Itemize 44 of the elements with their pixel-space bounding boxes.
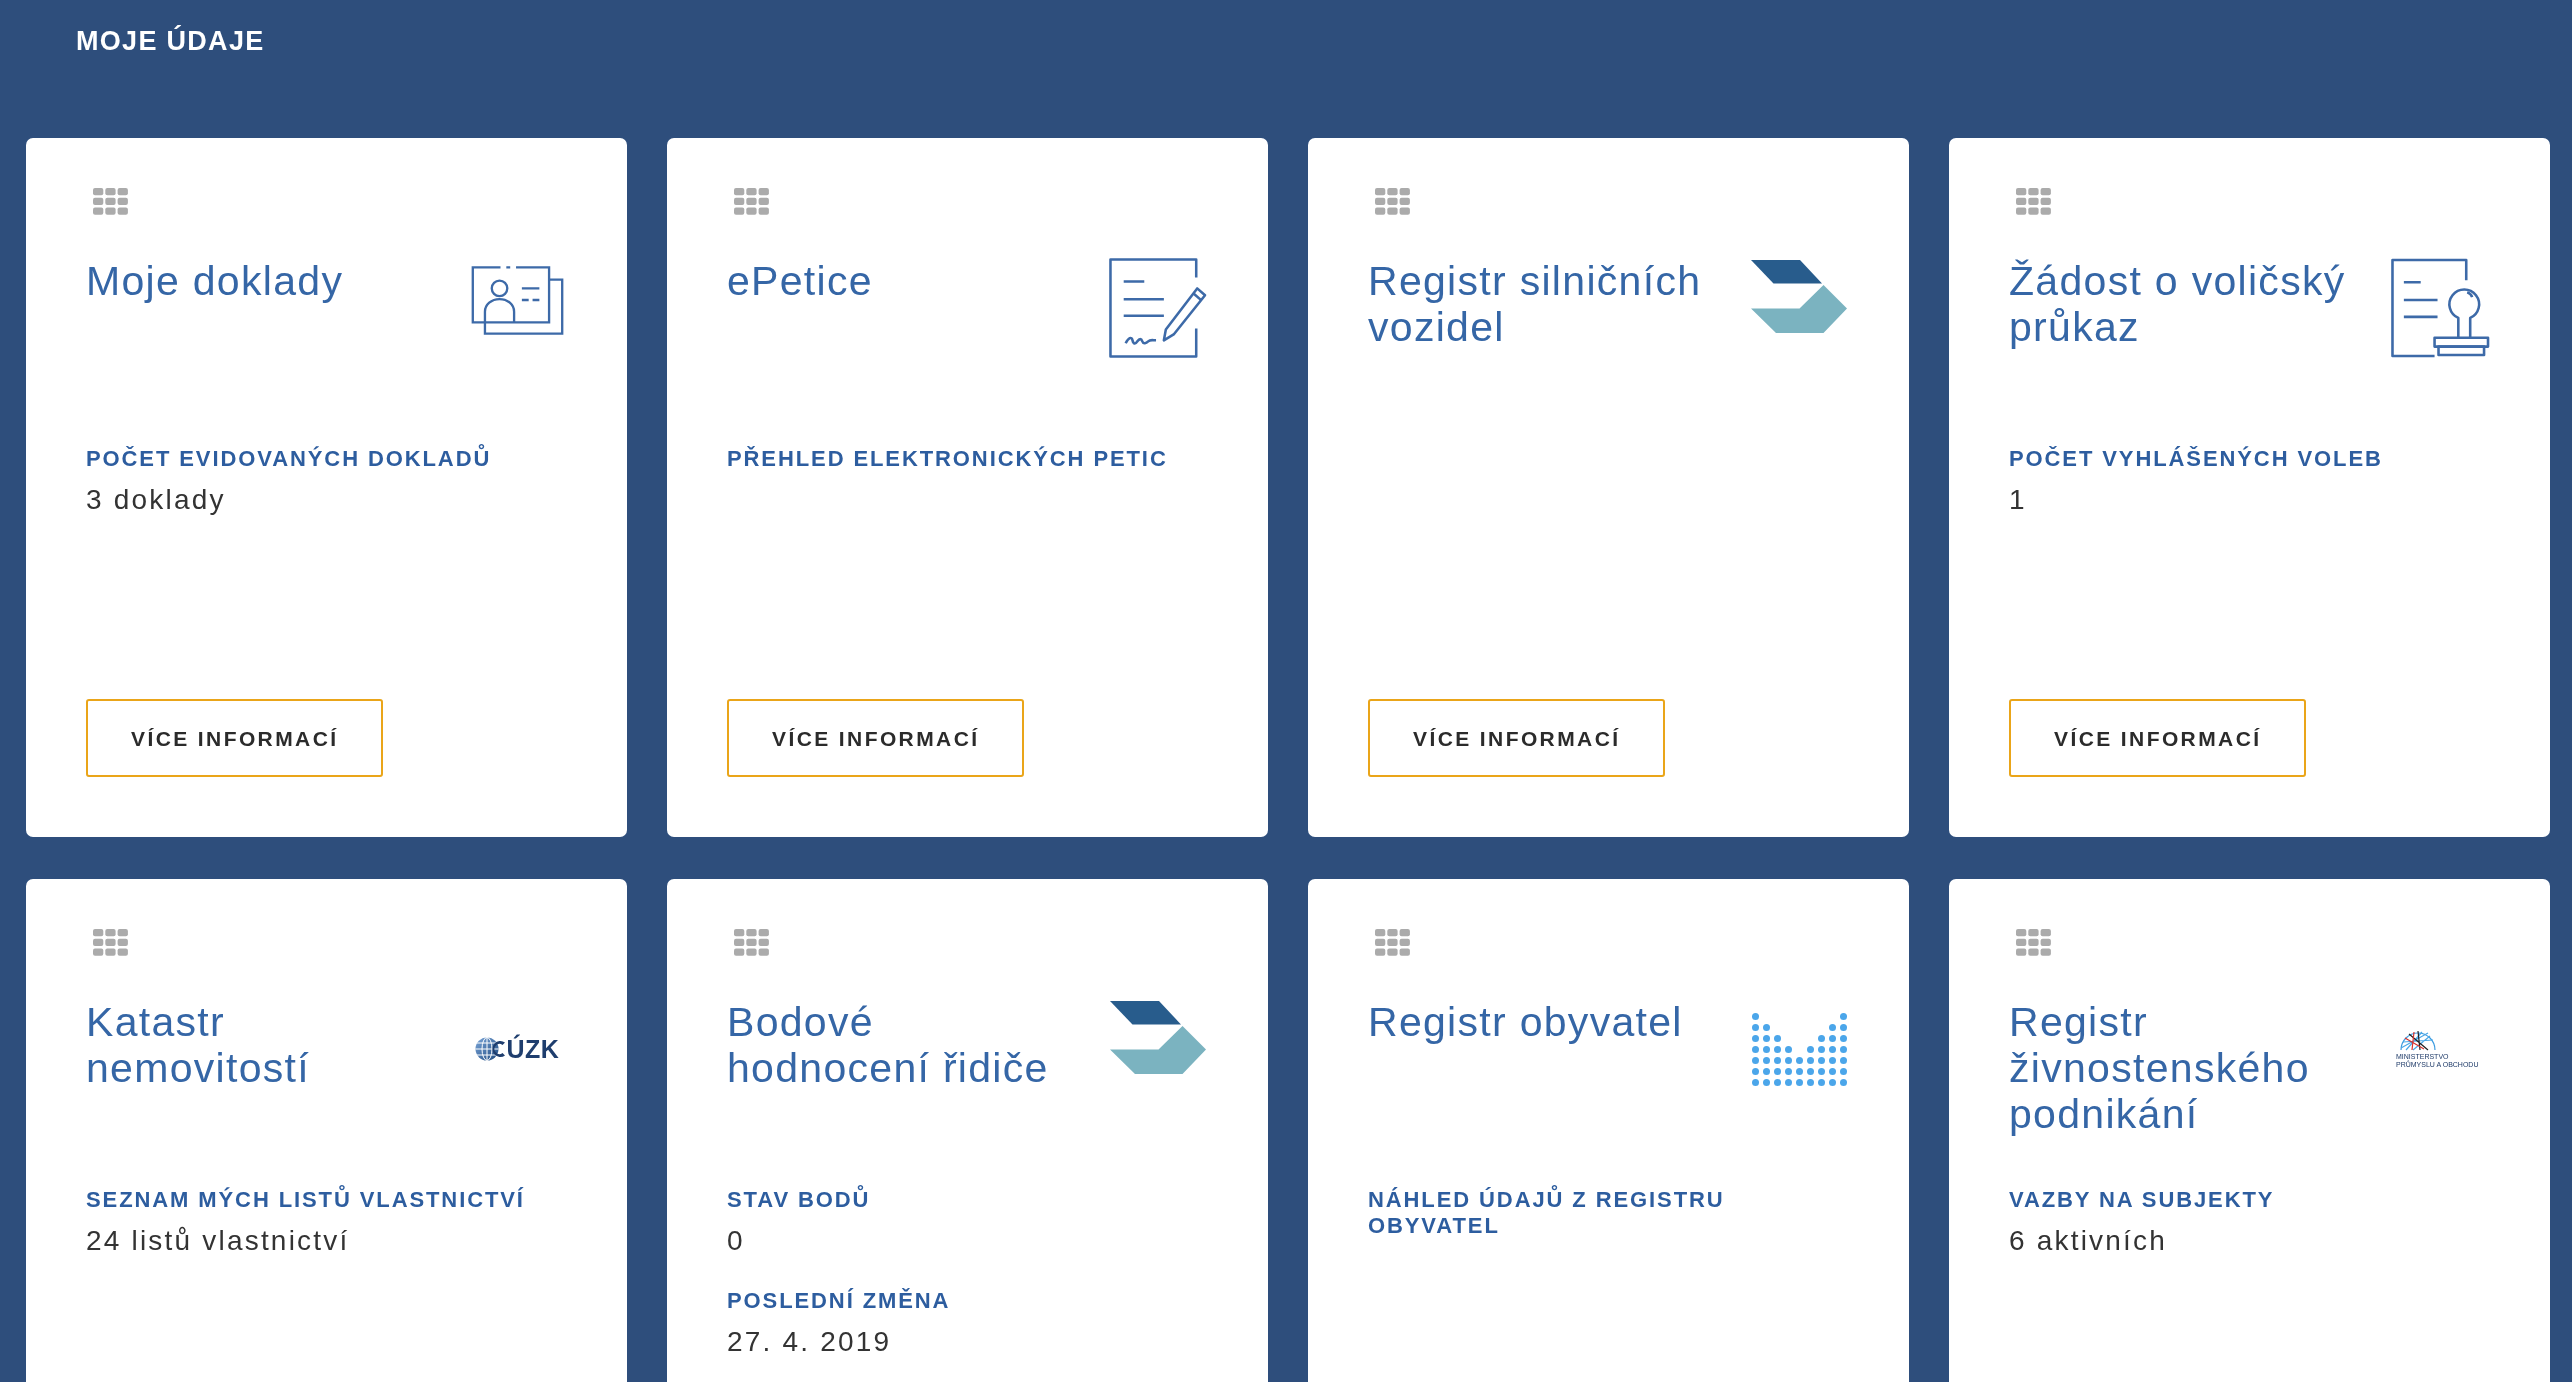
- grid-icon[interactable]: [1375, 188, 1410, 215]
- card-title: Katastr nemovitostí: [86, 999, 311, 1091]
- field-label: PŘEHLED ELEKTRONICKÝCH PETIC: [727, 446, 1168, 472]
- field-value: 27. 4. 2019: [727, 1325, 892, 1359]
- logo-text: ÚZK: [506, 1035, 560, 1063]
- document-pen-icon: [1109, 258, 1207, 358]
- dot-pattern-icon: [1751, 1012, 1847, 1086]
- field-label: POČET EVIDOVANÝCH DOKLADŮ: [86, 446, 492, 472]
- field-value: 1: [2009, 483, 2027, 517]
- card-title: Registr silničních vozidel: [1368, 258, 1703, 350]
- field-label: POSLEDNÍ ZMĚNA: [727, 1288, 951, 1314]
- more-info-button[interactable]: VÍCE INFORMACÍ: [86, 699, 384, 777]
- card-title: Registr obyvatel: [1368, 999, 1683, 1045]
- field-value: 3 doklady: [86, 483, 226, 517]
- document-stamp-icon: [2390, 258, 2490, 358]
- card-title: Žádost o voličský průkaz: [2009, 258, 2347, 350]
- field-label: VAZBY NA SUBJEKTY: [2009, 1187, 2275, 1213]
- field-label: POČET VYHLÁŠENÝCH VOLEB: [2009, 446, 2383, 472]
- field-label: STAV BODŮ: [727, 1187, 871, 1213]
- grid-icon[interactable]: [734, 929, 769, 956]
- grid-icon[interactable]: [93, 929, 128, 956]
- grid-icon[interactable]: [2016, 929, 2051, 956]
- grid-icon[interactable]: [93, 188, 128, 215]
- grid-icon[interactable]: [1375, 929, 1410, 956]
- card-title: Bodové hodnocení řidiče: [727, 999, 1050, 1091]
- id-card-icon: [470, 266, 564, 335]
- card-title: ePetice: [727, 258, 873, 304]
- globe-icon: [474, 1035, 506, 1063]
- field-value: 24 listů vlastnictví: [86, 1224, 350, 1258]
- grid-icon[interactable]: [734, 188, 769, 215]
- more-info-button[interactable]: VÍCE INFORMACÍ: [1368, 699, 1666, 777]
- field-label: NÁHLED ÚDAJŮ Z REGISTRU OBYVATEL: [1368, 1187, 1726, 1239]
- field-value: 0: [727, 1224, 745, 1258]
- grid-icon[interactable]: [2016, 188, 2051, 215]
- field-label: SEZNAM MÝCH LISTŮ VLASTNICTVÍ: [86, 1187, 525, 1213]
- page-title: MOJE ÚDAJE: [76, 25, 265, 57]
- more-info-button[interactable]: VÍCE INFORMACÍ: [727, 699, 1025, 777]
- card-title: Registr živnostenského podnikání: [2009, 999, 2311, 1137]
- chevron-logo-icon: [1110, 1001, 1206, 1074]
- wire-globe-icon: [2398, 1028, 2438, 1051]
- card-title: Moje doklady: [86, 258, 344, 304]
- chevron-logo-icon: [1751, 260, 1847, 333]
- field-value: 6 aktivních: [2009, 1224, 2168, 1258]
- more-info-button[interactable]: VÍCE INFORMACÍ: [2009, 699, 2307, 777]
